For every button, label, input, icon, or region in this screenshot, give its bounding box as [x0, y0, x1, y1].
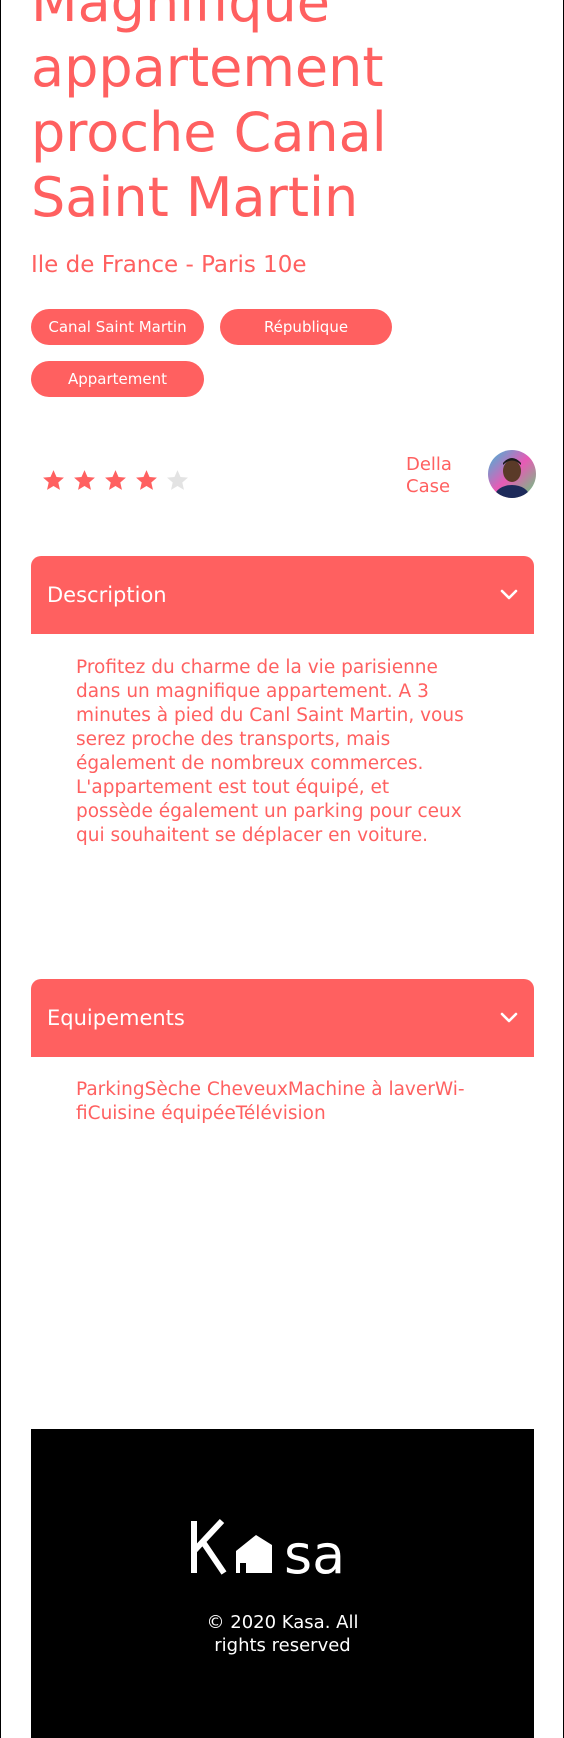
chevron-down-icon[interactable]	[500, 589, 518, 601]
listing-location: Ile de France - Paris 10e	[31, 252, 307, 278]
equipments-text: ParkingSèche CheveuxMachine à laverWi-fi…	[76, 1079, 465, 1124]
host-last-name: Case	[406, 476, 451, 497]
star-icon	[103, 468, 128, 493]
copyright: © 2020 Kasa. All rights reserved	[31, 1611, 534, 1657]
description-toggle[interactable]: Description	[31, 556, 534, 634]
star-icon	[41, 468, 66, 493]
kasa-logo: sa	[31, 1517, 534, 1577]
listing-title: Magnifique appartement proche Canal Sain…	[31, 0, 387, 229]
host-first-name: Della	[406, 454, 452, 475]
copyright-line-2: rights reserved	[214, 1635, 351, 1656]
description-text: Profitez du charme de la vie parisienne …	[76, 657, 464, 846]
footer: sa © 2020 Kasa. All rights reserved	[31, 1429, 534, 1738]
tag-canal-saint-martin: Canal Saint Martin	[31, 309, 204, 345]
tag-republique: République	[220, 309, 392, 345]
equipments-toggle[interactable]: Equipements	[31, 979, 534, 1057]
star-empty-icon	[165, 468, 190, 493]
equipments-label: Equipements	[47, 1006, 185, 1030]
star-icon	[72, 468, 97, 493]
copyright-line-1: © 2020 Kasa. All	[206, 1612, 359, 1633]
host-avatar	[488, 450, 536, 498]
tag-appartement: Appartement	[31, 361, 204, 397]
host-name: Della Case	[406, 454, 466, 498]
description-label: Description	[47, 583, 167, 607]
svg-text:sa: sa	[284, 1523, 345, 1577]
rating-stars	[41, 468, 190, 493]
star-icon	[134, 468, 159, 493]
chevron-down-icon[interactable]	[500, 1012, 518, 1024]
listing-page: Magnifique appartement proche Canal Sain…	[0, 0, 564, 1738]
